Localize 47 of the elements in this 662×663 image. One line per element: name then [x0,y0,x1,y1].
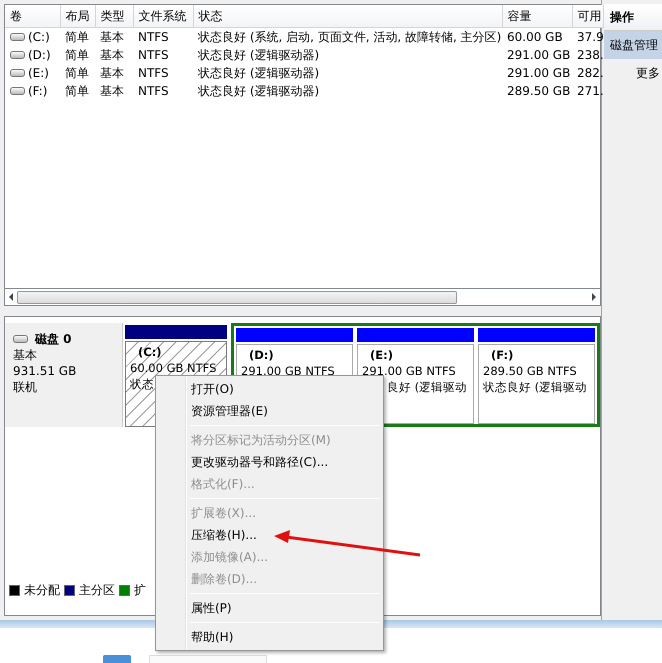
table-cell-text: 基本 [99,46,125,64]
table-cell: 基本 [95,27,133,46]
table-cell-text: 291.00 GB [506,46,572,64]
partition-label: (D:) [248,347,275,363]
disk-status: 联机 [13,379,38,395]
table-cell-text: 简单 [64,46,90,64]
table-cell: 状态良好 (系统, 启动, 页面文件, 活动, 故障转储, 主分区) [193,27,502,46]
table-cell: 60.00 GB [502,27,572,46]
disk-size: 931.51 GB [13,363,78,379]
table-cell-text: 状态良好 (逻辑驱动器) [197,82,320,100]
partition-status: 状态 [130,376,154,392]
partition-status: 状态良好 (逻辑驱动 [483,379,588,395]
table-cell: (D:) [28,48,51,62]
table-cell-text: 简单 [64,82,90,100]
partition-status: 良好 (逻辑驱动 [386,379,468,395]
table-cell-text: 291.00 GB [506,64,572,82]
table-cell-text: 基本 [99,64,125,82]
actions-header: 操作 [604,4,662,31]
table-cell-text: NTFS [137,64,170,82]
table-cell-text: 289.50 GB [506,82,572,100]
partition-size: 60.00 GB NTFS [130,360,218,376]
table-cell-text: 状态良好 (逻辑驱动器) [197,64,320,82]
disk-name: 磁盘 0 [35,331,72,347]
table-cell-text: 238. [576,46,603,64]
table-cell-text: NTFS [137,82,170,100]
table-cell: (E:) [28,66,49,80]
legend-label: 主分区 [79,582,115,599]
partition-label: (C:) [137,344,163,360]
partition-size: 289.50 GB NTFS [483,363,578,379]
table-cell-text: 基本 [99,82,125,100]
table-cell-text: 简单 [64,64,90,82]
table-cell: 37.9 [572,27,603,46]
table-cell: (C:) [28,30,50,44]
legend-label: 扩 [134,582,146,599]
partition-label: (F:) [490,347,514,363]
legend-label: 未分配 [24,582,60,599]
partition-label: (E:) [369,347,394,363]
table-cell: NTFS [133,27,193,46]
table-cell: (F:) [28,84,48,98]
partition-size: 291.00 GB NTFS [241,363,336,379]
table-cell-text: 状态良好 (逻辑驱动器) [197,46,320,64]
table-cell: 简单 [60,27,95,46]
partition-size: 291.00 GB NTFS [362,363,457,379]
disk-type: 基本 [13,347,38,363]
table-cell-text: NTFS [137,46,170,64]
table-cell-text: 271. [576,82,603,100]
table-cell-text: 282. [576,64,603,82]
